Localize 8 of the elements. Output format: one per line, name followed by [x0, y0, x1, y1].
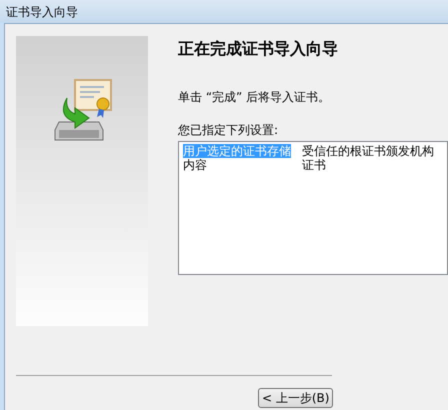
instruction-text: 单击 “完成” 后将导入证书。: [178, 89, 332, 106]
setting-name[interactable]: 内容: [183, 158, 207, 172]
setting-value: 证书: [302, 158, 326, 172]
back-button[interactable]: < 上一步(B): [258, 388, 334, 408]
setting-value: 受信任的根证书颁发机构: [302, 144, 434, 158]
window-title: 证书导入向导: [6, 4, 78, 20]
settings-label: 您已指定下列设置:: [178, 122, 280, 139]
wizard-heading: 正在完成证书导入向导: [178, 38, 339, 60]
